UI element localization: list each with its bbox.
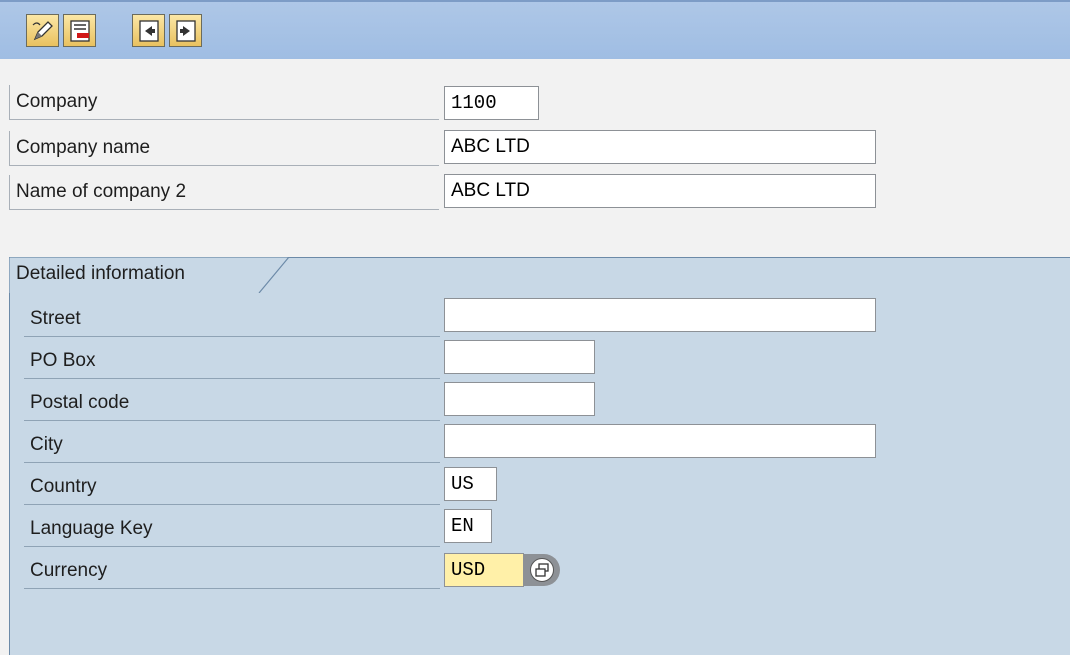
postal-code-field[interactable] [444,382,595,416]
company-name-label: Company name [9,131,439,166]
value-help-icon [530,558,554,582]
application-toolbar [0,0,1070,59]
currency-value-help-button[interactable] [524,554,560,586]
previous-entry-icon [138,19,159,42]
company-name2-label: Name of company 2 [9,175,439,210]
next-entry-icon [175,19,196,42]
city-label: City [24,428,440,463]
street-field[interactable] [444,298,876,332]
pencil-icon [32,20,53,40]
language-key-field[interactable] [444,509,492,543]
po-box-label: PO Box [24,344,440,379]
po-box-field[interactable] [444,340,595,374]
company-label: Company [9,85,439,120]
company-name-field[interactable] [444,130,876,164]
delete-entry-button[interactable] [63,14,96,47]
city-field[interactable] [444,424,876,458]
next-entry-button[interactable] [169,14,202,47]
delete-entry-icon [69,19,90,42]
detailed-information-tab: Detailed information [9,257,289,293]
street-label: Street [24,302,440,337]
postal-code-label: Postal code [24,386,440,421]
company-code-field[interactable] [444,86,539,120]
currency-label: Currency [24,554,440,589]
change-display-button[interactable] [26,14,59,47]
previous-entry-button[interactable] [132,14,165,47]
group-title: Detailed information [16,263,185,284]
currency-field[interactable] [444,553,524,587]
country-field[interactable] [444,467,497,501]
country-label: Country [24,470,440,505]
language-key-label: Language Key [24,512,440,547]
company-name2-field[interactable] [444,174,876,208]
